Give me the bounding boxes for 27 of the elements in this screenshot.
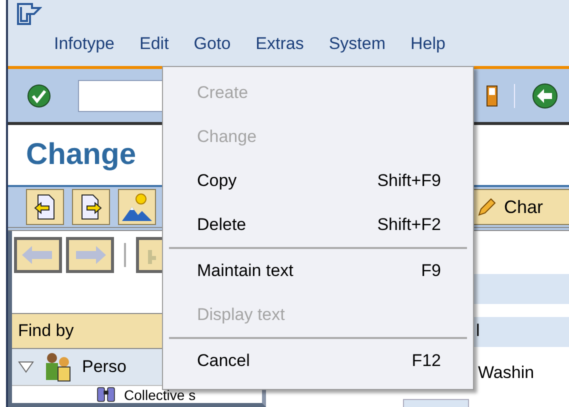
- tree-item[interactable]: Perso: [82, 357, 126, 377]
- pencil-icon: [476, 196, 498, 218]
- menu-icon[interactable]: [16, 2, 42, 26]
- collapse-icon[interactable]: [18, 361, 34, 373]
- check-icon[interactable]: [26, 82, 52, 108]
- previous-document-button[interactable]: [26, 189, 64, 225]
- back-icon[interactable]: [531, 82, 559, 110]
- menu-item[interactable]: Goto: [194, 34, 231, 54]
- menu-item[interactable]: Copy Shift+F9: [167, 159, 469, 203]
- next-document-button[interactable]: [72, 189, 110, 225]
- menu-item[interactable]: Delete Shift+F2: [167, 203, 469, 247]
- page-title: Change: [26, 138, 136, 172]
- tree-item[interactable]: Collective s: [124, 386, 196, 402]
- menu-item[interactable]: Maintain text F9: [167, 249, 469, 293]
- landscape-button[interactable]: [118, 189, 156, 225]
- menu-item[interactable]: System: [328, 34, 386, 54]
- label-text: Washin: [478, 363, 534, 383]
- save-icon[interactable]: [486, 84, 498, 108]
- label-text: l: [476, 321, 480, 341]
- binoculars-icon: [96, 386, 116, 403]
- menu-item[interactable]: Help: [410, 34, 446, 54]
- back-button[interactable]: [14, 237, 62, 273]
- menu-item[interactable]: Edit: [140, 34, 169, 54]
- forward-button[interactable]: [66, 237, 114, 273]
- landscape-icon: [121, 192, 153, 222]
- menu-item[interactable]: Extras: [256, 34, 304, 54]
- menu-item[interactable]: Infotype: [54, 34, 114, 54]
